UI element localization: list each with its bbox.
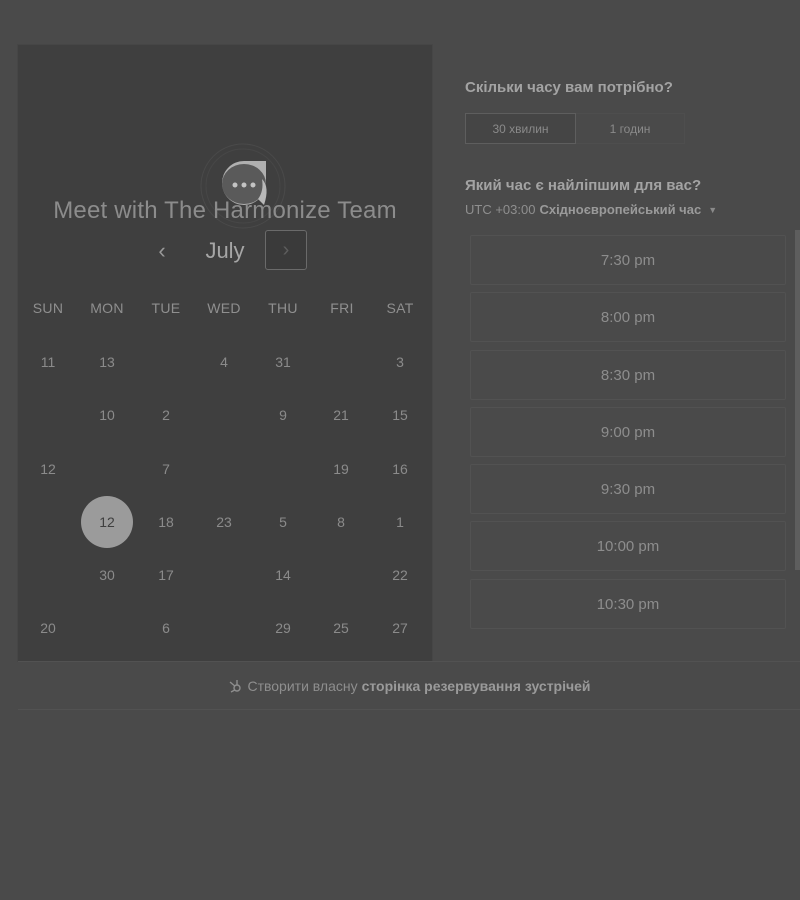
weekday-sat: SAT bbox=[386, 300, 414, 316]
day-cell[interactable]: 8 bbox=[316, 507, 366, 537]
team-title: Meet with The Harmonize Team bbox=[53, 197, 397, 224]
duration-question: Скільки часу вам потрібно? bbox=[465, 79, 673, 96]
day-cell[interactable]: 11 bbox=[23, 347, 73, 377]
time-slot[interactable]: 8:00 pm bbox=[470, 292, 786, 342]
timezone-selector[interactable]: UTC +03:00 Східноєвропейський час ▼ bbox=[465, 202, 717, 217]
next-month-button[interactable]: › bbox=[265, 230, 307, 270]
time-question: Який час є найліпшим для вас? bbox=[465, 177, 702, 194]
day-cell[interactable]: 2 bbox=[141, 400, 191, 430]
chevron-left-icon: ‹ bbox=[158, 238, 166, 263]
footer-link[interactable]: сторінка резервування зустрічей bbox=[362, 678, 591, 694]
day-cell[interactable]: 25 bbox=[316, 613, 366, 643]
day-cell[interactable]: 4 bbox=[199, 347, 249, 377]
day-cell[interactable]: 16 bbox=[375, 454, 425, 484]
day-cell[interactable]: 3 bbox=[375, 347, 425, 377]
day-cell[interactable]: 9 bbox=[258, 400, 308, 430]
day-cell[interactable]: 21 bbox=[316, 400, 366, 430]
month-navigation: ‹ July › bbox=[18, 230, 432, 271]
duration-option-30-min[interactable]: 30 хвилин bbox=[465, 113, 576, 144]
timezone-offset: UTC +03:00 bbox=[465, 202, 536, 217]
calendar-card: Meet with The Harmonize Team ‹ July › SU… bbox=[18, 45, 432, 661]
chevron-right-icon: › bbox=[282, 238, 290, 261]
booking-panel: Скільки часу вам потрібно? 30 хвилин 1 г… bbox=[465, 0, 800, 660]
time-slots-scrollbar[interactable] bbox=[795, 230, 800, 570]
footer-prefix: Створити власну bbox=[247, 677, 358, 694]
duration-selector: 30 хвилин 1 годин bbox=[465, 113, 685, 144]
weekday-header: SUN MON TUE WED THU FRI SAT bbox=[18, 300, 432, 320]
day-cell[interactable]: 17 bbox=[141, 560, 191, 590]
month-label: July bbox=[205, 238, 245, 263]
time-slot[interactable]: 10:30 pm bbox=[470, 579, 786, 629]
weekday-sun: SUN bbox=[32, 300, 64, 316]
day-cell[interactable]: 29 bbox=[258, 613, 308, 643]
day-cell[interactable]: 5 bbox=[258, 507, 308, 537]
weekday-wed: WED bbox=[207, 300, 241, 316]
day-cell[interactable]: 20 bbox=[23, 613, 73, 643]
weekday-mon: MON bbox=[90, 300, 124, 316]
day-cell[interactable]: 31 bbox=[258, 347, 308, 377]
weekday-tue: TUE bbox=[151, 300, 181, 316]
weekday-thu: THU bbox=[268, 300, 298, 316]
day-selected[interactable]: 12 bbox=[81, 496, 133, 548]
day-cell[interactable]: 6 bbox=[141, 613, 191, 643]
day-cell[interactable]: 14 bbox=[258, 560, 308, 590]
day-cell[interactable]: 18 bbox=[141, 507, 191, 537]
time-slot[interactable]: 9:00 pm bbox=[470, 407, 786, 457]
duration-option-1-hour[interactable]: 1 годин bbox=[576, 113, 685, 144]
caret-down-icon: ▼ bbox=[708, 204, 718, 215]
day-cell[interactable]: 13 bbox=[82, 347, 132, 377]
time-slot[interactable]: 8:30 pm bbox=[470, 350, 786, 400]
day-cell[interactable]: 30 bbox=[82, 560, 132, 590]
time-slot[interactable]: 9:30 pm bbox=[470, 464, 786, 514]
time-slot[interactable]: 7:30 pm bbox=[470, 235, 786, 285]
weekday-fri: FRI bbox=[330, 300, 354, 316]
day-cell[interactable]: 7 bbox=[141, 454, 191, 484]
timezone-name: Східноєвропейський час bbox=[539, 202, 702, 217]
day-cell[interactable]: 19 bbox=[316, 454, 366, 484]
day-cell[interactable]: 10 bbox=[82, 400, 132, 430]
hubspot-sprocket-icon bbox=[230, 679, 242, 693]
day-cell[interactable]: 12 bbox=[23, 454, 73, 484]
time-slot[interactable]: 10:00 pm bbox=[470, 521, 786, 571]
prev-month-button[interactable]: ‹ bbox=[148, 233, 176, 269]
day-cell[interactable]: 27 bbox=[375, 613, 425, 643]
footer-create-page-link[interactable]: Створити власну сторінка резервування зу… bbox=[18, 661, 800, 710]
day-cell[interactable]: 23 bbox=[199, 507, 249, 537]
day-cell[interactable]: 1 bbox=[375, 507, 425, 537]
day-cell[interactable]: 22 bbox=[375, 560, 425, 590]
day-cell[interactable]: 15 bbox=[375, 400, 425, 430]
